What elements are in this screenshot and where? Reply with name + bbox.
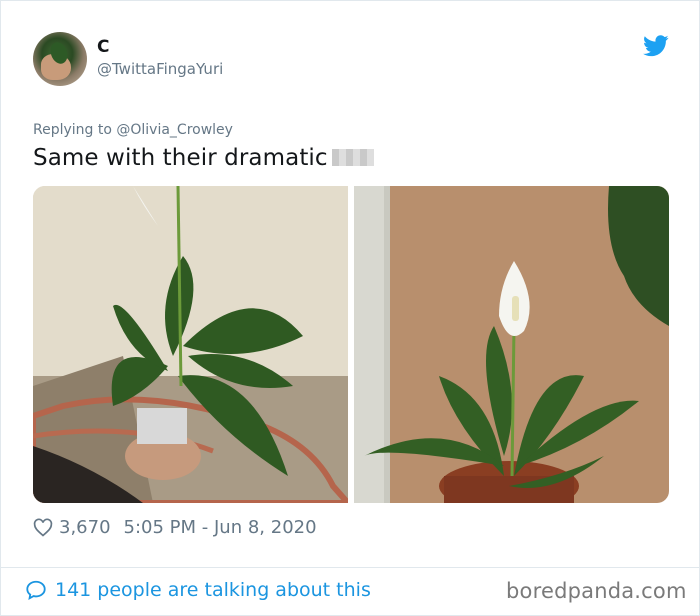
- like-count[interactable]: 3,670: [59, 517, 111, 538]
- conversation-link[interactable]: 141 people are talking about this: [25, 579, 371, 601]
- tweet-card: C @TwittaFingaYuri Replying to @Olivia_C…: [0, 0, 700, 616]
- censored-word-block: [331, 149, 374, 166]
- timestamp[interactable]: 5:05 PM - Jun 8, 2020: [124, 517, 317, 538]
- photo-left[interactable]: [33, 186, 348, 503]
- display-name[interactable]: C: [97, 37, 109, 57]
- photo-right[interactable]: [354, 186, 669, 503]
- tweet-text: Same with their dramatic: [33, 145, 374, 171]
- user-handle[interactable]: @TwittaFingaYuri: [97, 60, 223, 78]
- watermark: boredpanda.com: [506, 579, 687, 603]
- tweet-meta: 3,670 5:05 PM - Jun 8, 2020: [33, 517, 317, 538]
- tweet-text-content: Same with their dramatic: [33, 145, 328, 171]
- speech-bubble-icon: [26, 580, 46, 600]
- conversation-text: 141 people are talking about this: [55, 579, 371, 601]
- replying-to[interactable]: Replying to @Olivia_Crowley: [33, 122, 233, 138]
- twitter-bird-icon[interactable]: [643, 35, 669, 57]
- avatar[interactable]: [33, 32, 87, 86]
- divider: [1, 567, 699, 568]
- peace-lily-upright-image: [354, 186, 669, 503]
- heart-outline-icon[interactable]: [33, 518, 53, 538]
- peace-lily-drooping-image: [33, 186, 348, 503]
